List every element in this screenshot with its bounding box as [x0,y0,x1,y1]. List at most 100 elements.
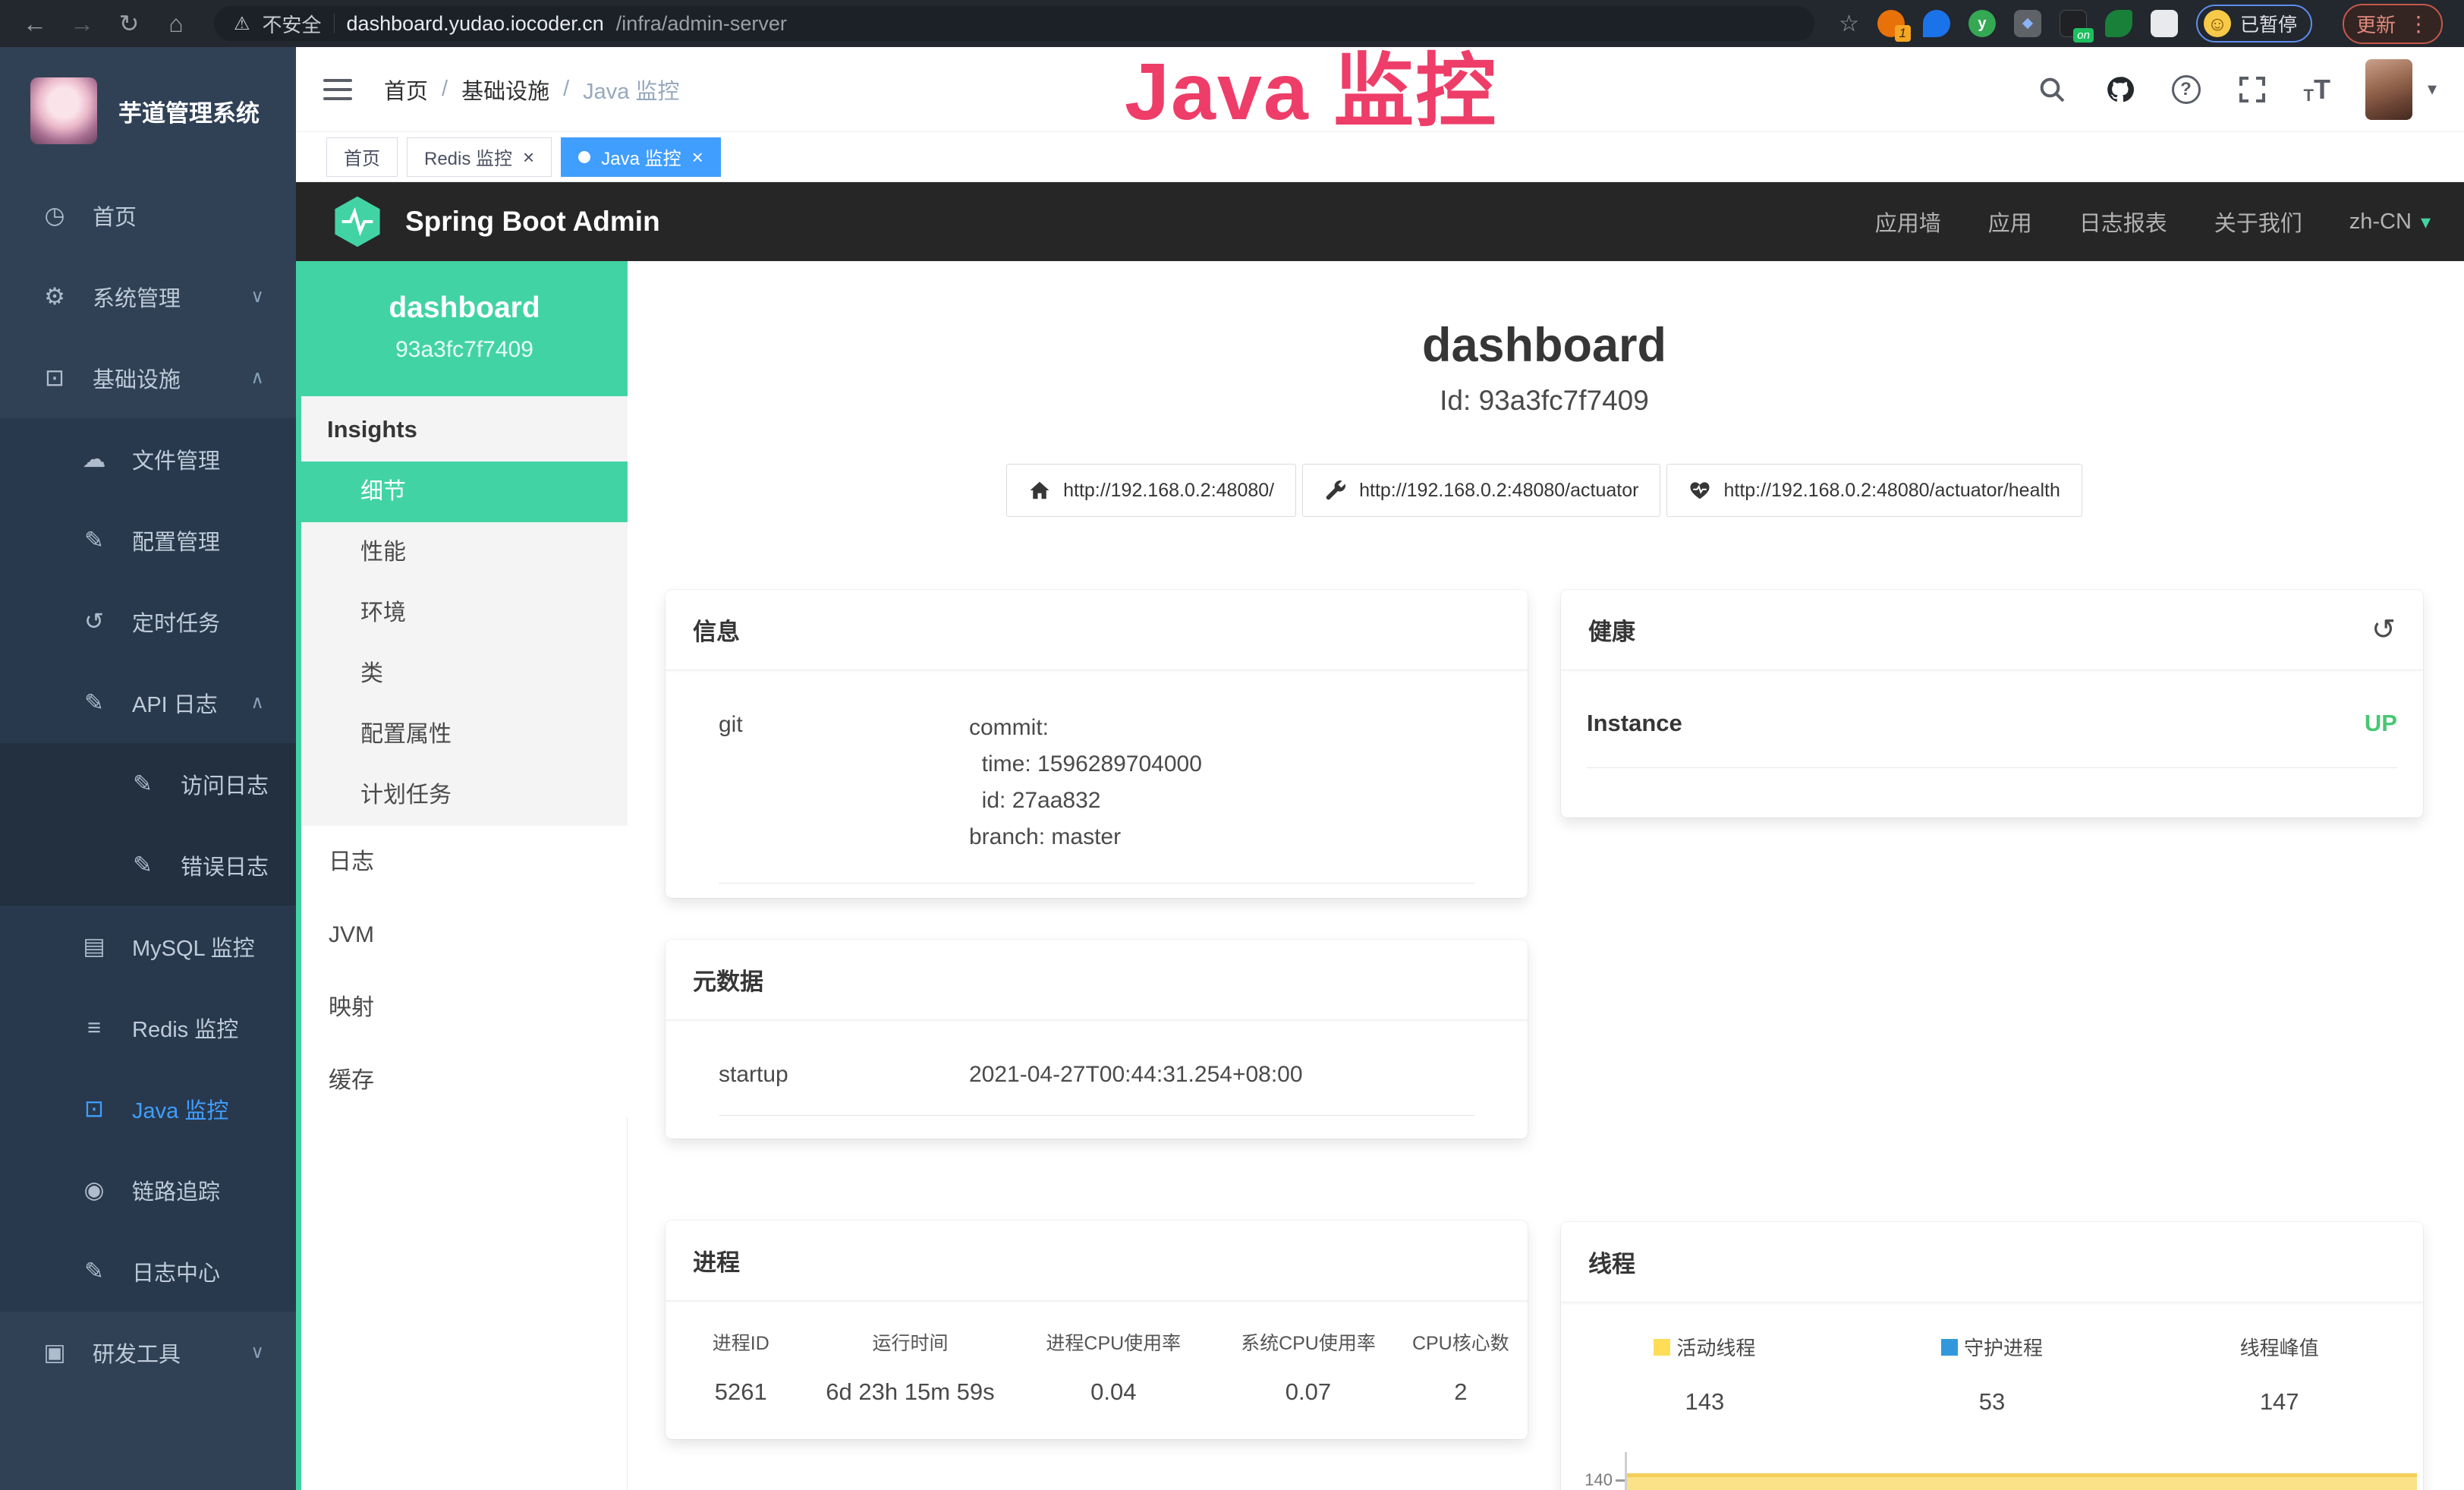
layers-icon: ≡ [79,1014,109,1041]
health-card: 健康 ↺ Instance UP [1561,590,2423,817]
heartbeat-icon [1688,479,1711,502]
process-value-pid: 5261 [673,1378,809,1406]
health-history-icon[interactable]: ↺ [2371,613,2396,647]
chevron-up-icon: ∧ [250,691,264,713]
health-url: http://192.168.0.2:48080/actuator/health [1723,480,2060,502]
sba-logo-icon [329,194,385,250]
sidebar-item-mysql-monitor[interactable]: ▤ MySQL 监控 [0,906,296,987]
sidebar-item-java-monitor[interactable]: ⊡ Java 监控 [0,1068,296,1149]
extension-grid-icon[interactable] [2014,10,2041,37]
ins-item-environment[interactable]: 环境 [301,583,628,644]
sba-nav-applications[interactable]: 应用 [1988,206,2032,238]
tab-close-icon[interactable]: × [692,147,703,167]
locale-caret-down-icon: ▾ [2421,210,2431,234]
sidebar-item-scheduled-jobs[interactable]: ↺ 定时任务 [0,581,296,662]
threads-card-title: 线程 [1561,1222,2423,1303]
sidebar-item-api-logs[interactable]: ✎ API 日志 ∧ [0,662,296,743]
ins-item-classes[interactable]: 类 [301,644,628,704]
extension-list-icon[interactable]: on [2060,10,2087,37]
threads-peak-stat: 线程峰值 147 [2135,1333,2423,1416]
help-icon[interactable]: ? [2172,75,2201,104]
sba-nav-journal[interactable]: 日志报表 [2079,206,2167,238]
actuator-url-button[interactable]: http://192.168.0.2:48080/actuator [1302,464,1660,517]
hamburger-icon[interactable] [323,73,352,106]
browser-reload-icon[interactable]: ↻ [109,9,149,38]
extensions-puzzle-icon[interactable] [2151,10,2178,37]
extension-pin-icon[interactable] [1923,10,1950,37]
address-bar[interactable]: ⚠ 不安全 dashboard.yudao.iocoder.cn /infra/… [214,6,1814,41]
sidebar-item-access-logs[interactable]: ✎ 访问日志 [0,743,296,824]
breadcrumb-section[interactable]: 基础设施 [461,74,549,106]
peak-threads-value: 147 [2135,1388,2423,1416]
service-url-button[interactable]: http://192.168.0.2:48080/ [1006,464,1296,517]
profile-paused-chip[interactable]: ☺ 已暂停 [2196,5,2312,43]
sidebar-item-redis-monitor[interactable]: ≡ Redis 监控 [0,987,296,1068]
chevron-down-icon: ∨ [250,1341,264,1363]
ins-item-mappings[interactable]: 映射 [301,972,628,1044]
process-header-pid: 进程ID [673,1328,809,1356]
sidebar-item-home[interactable]: ◷ 首页 [0,175,296,256]
threads-live-stat: 活动线程 143 [1561,1333,1849,1416]
sidebar-item-label: 访问日志 [181,768,269,800]
metadata-card: 元数据 startup 2021-04-27T00:44:31.254+08:0… [666,940,1528,1139]
process-value-uptime: 6d 23h 15m 59s [809,1378,1012,1406]
sba-nav-wall[interactable]: 应用墙 [1875,206,1941,238]
sidebar-item-error-logs[interactable]: ✎ 错误日志 [0,824,296,906]
process-header-process-cpu: 进程CPU使用率 [1012,1328,1215,1356]
url-host: dashboard.yudao.iocoder.cn [347,12,604,36]
tab-close-icon[interactable]: × [523,147,534,167]
sba-nav-about[interactable]: 关于我们 [2214,206,2302,238]
bookmark-star-icon[interactable]: ☆ [1839,11,1859,37]
sidebar-item-tracing[interactable]: ◉ 链路追踪 [0,1149,296,1230]
ins-item-logfile[interactable]: 日志 [301,826,628,899]
extension-leaf-icon[interactable] [2105,10,2132,37]
tab-home[interactable]: 首页 [326,137,398,177]
font-size-icon[interactable]: TT [2304,74,2330,106]
y-tick-140: 140 [1584,1470,1613,1490]
fullscreen-icon[interactable] [2236,73,2269,106]
sidebar-item-config-management[interactable]: ✎ 配置管理 [0,499,296,581]
url-path: /infra/admin-server [616,12,787,36]
sba-locale-select[interactable]: zh-CN ▾ [2349,209,2431,235]
live-threads-value: 143 [1561,1388,1849,1416]
github-icon[interactable] [2104,73,2137,106]
tab-redis-monitor[interactable]: Redis 监控 × [407,137,552,177]
sba-navbar: Spring Boot Admin 应用墙 应用 日志报表 关于我们 zh-CN… [296,182,2464,261]
extension-icon-1[interactable]: 1 [1877,10,1905,37]
health-url-button[interactable]: http://192.168.0.2:48080/actuator/health [1666,464,2082,517]
ins-item-caches[interactable]: 缓存 [301,1044,628,1117]
sidebar-item-dev-tools[interactable]: ▣ 研发工具 ∨ [0,1312,296,1393]
ins-item-jvm[interactable]: JVM [301,899,628,972]
instance-content: dashboard Id: 93a3fc7f7409 http://192.16… [628,261,2464,1490]
browser-menu-dots-icon[interactable]: ⋮ [2408,11,2429,36]
page-instance-id: Id: 93a3fc7f7409 [666,385,2423,417]
chrome-update-button[interactable]: 更新 ⋮ [2343,4,2443,44]
avatar[interactable] [2365,59,2412,120]
sidebar-item-file-management[interactable]: ☁ 文件管理 [0,418,296,499]
ins-item-configprops[interactable]: 配置属性 [301,704,628,765]
app-logo-row[interactable]: 芋道管理系统 [0,47,296,175]
breadcrumb-home[interactable]: 首页 [384,74,428,106]
sidebar-item-log-center[interactable]: ✎ 日志中心 [0,1230,296,1312]
sba-brand[interactable]: Spring Boot Admin [405,206,660,238]
sidebar-item-infrastructure[interactable]: ⊡ 基础设施 ∧ [0,337,296,418]
app-sidebar: 芋道管理系统 ◷ 首页 ⚙ 系统管理 ∨ ⊡ 基础设施 ∧ ☁ 文件管理 ✎ 配… [0,47,296,1490]
health-card-title: 健康 [1588,613,1635,647]
sidebar-item-system-management[interactable]: ⚙ 系统管理 ∨ [0,256,296,337]
ins-item-scheduled-tasks[interactable]: 计划任务 [301,765,628,826]
extension-y-icon[interactable]: y [1968,10,1996,37]
browser-back-icon[interactable]: ← [15,10,55,38]
ins-item-metrics[interactable]: 性能 [301,522,628,583]
service-url: http://192.168.0.2:48080/ [1063,480,1274,502]
daemon-threads-label: 守护进程 [1964,1333,2043,1361]
actuator-url: http://192.168.0.2:48080/actuator [1359,480,1638,502]
ins-item-details[interactable]: 细节 [301,461,628,522]
extensions-cluster: ☆ 1 y on ☺ 已暂停 更新 ⋮ [1833,4,2449,44]
browser-home-icon[interactable]: ⌂ [156,10,196,38]
avatar-caret-down-icon[interactable]: ▾ [2428,78,2437,100]
search-icon[interactable] [2035,73,2069,106]
browser-forward-icon[interactable]: → [62,10,102,38]
locale-label: zh-CN [2349,209,2412,235]
sidebar-item-label: Redis 监控 [132,1012,238,1044]
tab-java-monitor[interactable]: Java 监控 × [561,137,721,177]
